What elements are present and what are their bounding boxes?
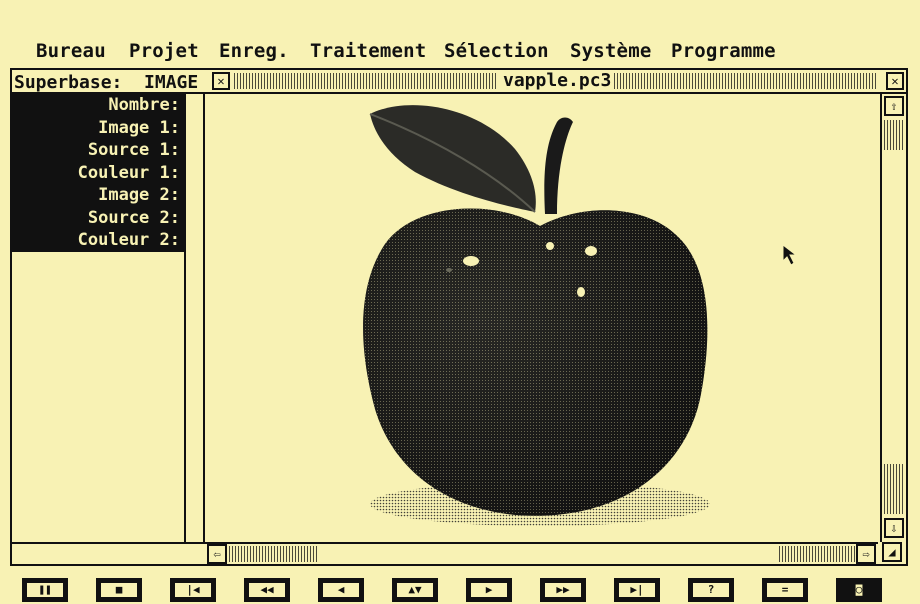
- resize-icon[interactable]: ◢: [882, 542, 902, 562]
- camera-button[interactable]: ◙: [836, 578, 882, 602]
- previous-record-button[interactable]: ◀: [318, 578, 364, 602]
- scroll-track-top[interactable]: [884, 120, 904, 150]
- hscroll-track-right[interactable]: [779, 546, 855, 562]
- title-bar-pattern: [234, 73, 496, 89]
- record-toolbar: ❚❚ ■ |◀ ◀◀ ◀ ▲▼ ▶ ▶▶ ▶| ? = ◙: [0, 574, 920, 604]
- menu-enreg[interactable]: Enreg.: [219, 40, 289, 62]
- menu-selection[interactable]: Sélection: [444, 40, 549, 62]
- close-box-icon[interactable]: ✕: [212, 72, 230, 90]
- image-canvas[interactable]: [205, 94, 878, 542]
- scroll-track-bottom[interactable]: [884, 464, 904, 514]
- apple-image: [363, 105, 710, 526]
- vertical-scrollbar[interactable]: ⇧ ⇩: [880, 94, 906, 542]
- database-label: Superbase: IMAGE: [14, 72, 199, 93]
- help-button[interactable]: ?: [688, 578, 734, 602]
- fast-rewind-button[interactable]: ◀◀: [244, 578, 290, 602]
- arrow-down-icon[interactable]: ⇩: [884, 518, 904, 538]
- horizontal-scrollbar[interactable]: ⇦ ⇨: [205, 542, 878, 564]
- field-nombre[interactable]: Nombre:: [12, 94, 184, 117]
- menu-traitement[interactable]: Traitement: [310, 40, 426, 62]
- arrow-up-icon[interactable]: ⇧: [884, 96, 904, 116]
- arrow-right-icon[interactable]: ⇨: [856, 544, 876, 564]
- column-divider: [184, 94, 186, 544]
- title-bar[interactable]: Superbase: IMAGE ✕ vapple.pc3 ✕: [12, 70, 906, 94]
- field-couleur-2[interactable]: Couleur 2:: [12, 229, 184, 252]
- menu-programme[interactable]: Programme: [671, 40, 776, 62]
- pause-button[interactable]: ❚❚: [22, 578, 68, 602]
- field-source-1[interactable]: Source 1:: [12, 139, 184, 162]
- left-bottom-panel: [12, 542, 205, 564]
- last-record-button[interactable]: ▶|: [614, 578, 660, 602]
- field-image-2[interactable]: Image 2:: [12, 184, 184, 207]
- field-couleur-1[interactable]: Couleur 1:: [12, 162, 184, 185]
- mouse-pointer-icon: [782, 244, 798, 266]
- menu-bar: Bureau Projet Enreg. Traitement Sélectio…: [0, 0, 920, 68]
- up-down-button[interactable]: ▲▼: [392, 578, 438, 602]
- title-bar-pattern-right: [614, 73, 876, 89]
- menu-systeme[interactable]: Système: [570, 40, 651, 62]
- window-filename: vapple.pc3: [499, 70, 616, 91]
- menu-projet[interactable]: Projet: [129, 40, 199, 62]
- fast-forward-button[interactable]: ▶▶: [540, 578, 586, 602]
- superbase-window: Superbase: IMAGE ✕ vapple.pc3 ✕ Nombre: …: [10, 68, 908, 566]
- stop-button[interactable]: ■: [96, 578, 142, 602]
- equals-button[interactable]: =: [762, 578, 808, 602]
- field-image-1[interactable]: Image 1:: [12, 117, 184, 140]
- menu-bureau[interactable]: Bureau: [36, 40, 106, 62]
- full-box-icon[interactable]: ✕: [886, 72, 904, 90]
- hscroll-track-left[interactable]: [229, 546, 319, 562]
- arrow-left-icon[interactable]: ⇦: [207, 544, 227, 564]
- record-fields-panel: Nombre: Image 1: Source 1: Couleur 1: Im…: [12, 94, 184, 252]
- next-record-button[interactable]: ▶: [466, 578, 512, 602]
- field-source-2[interactable]: Source 2:: [12, 207, 184, 230]
- first-record-button[interactable]: |◀: [170, 578, 216, 602]
